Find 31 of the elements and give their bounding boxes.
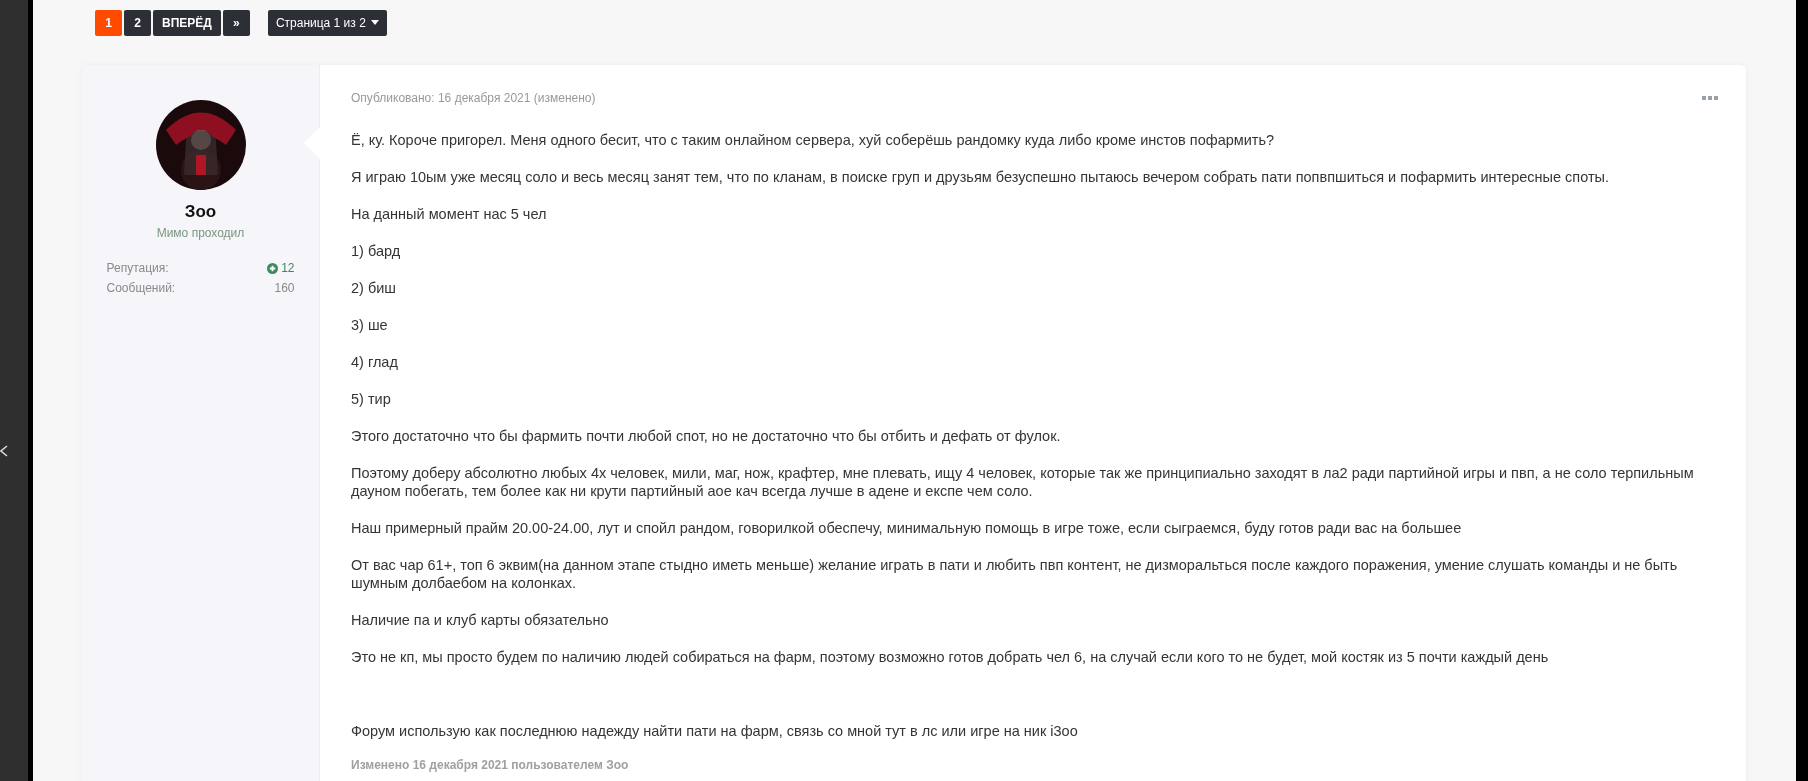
- post-paragraph: 3) ше: [351, 316, 389, 334]
- post-paragraph: Ё, ку. Короче пригорел. Меня одного бесит, что с таким онлайном сервера, хуй соберёшь рандомку куда либо кроме инстов пофармить?: [351, 131, 1276, 149]
- caret-icon: [370, 20, 379, 25]
- author-rank: Мимо проходил: [156, 226, 245, 240]
- post-paragraph: Поэтому доберу абсолютно любых 4х человек, мили, маг, нож, крафтер, мне плевать, ищу 4 человек, которые так же принципиально заходят в ла2 ради партийной игры и пвп, а не соло терпильным дауном побегать, тем более как ни крути партийный аое кач всегда лучше в адене и експе чем соло.: [351, 464, 1695, 500]
- next-button[interactable]: ВПЕРЁД: [153, 9, 221, 36]
- post-paragraph: 1) бард: [351, 242, 402, 260]
- post-paragraph: 4) глад: [351, 353, 399, 371]
- post-paragraph: Этого достаточно что бы фармить почти любой спот, но не достаточно что бы отбить и дефать от фулок.: [351, 427, 1062, 445]
- last-page-button[interactable]: »: [222, 9, 250, 36]
- post-paragraph: Я играю 10ым уже месяц соло и весь месяц занят тем, что по кланам, в поиске груп и друзьям безуспешно пытаюсь вечером собрать пати попвпшиться и пофармить интересные споты.: [351, 168, 1610, 186]
- author-name[interactable]: Зоо: [184, 202, 217, 222]
- stat-label: Репутация:: [106, 260, 169, 277]
- post-paragraph: Форум использую как последнюю надежду найти пати на фарм, связь со мной тут в лс или игре на ник i3oo: [351, 722, 1079, 740]
- plus-circle-icon: [267, 262, 279, 274]
- stat-label: Сообщений:: [106, 280, 176, 297]
- post-paragraph: 5) тир: [351, 390, 392, 408]
- post-paragraph: Наш примерный прайм 20.00-24.00, лут и спойл рандом, говорилкой обеспечу, минимальную помощь в игре тоже, если сыграемся, буду готов ради вас на большее: [351, 519, 1463, 537]
- reputation-value: 12: [281, 260, 295, 277]
- post-paragraph: От вас чар 61+, топ 6 эквим(на данном этапе стыдно иметь меньше) желание играть в пати и любить пвп контент, не дизморальться после каждого поражения, умение слушать команды и не быть шумным долбаебом на колонках.: [351, 556, 1679, 592]
- edit-note: Изменено 16 декабря 2021 пользователем Зоо: [351, 758, 630, 772]
- post-paragraph: Наличие па и клуб карты обязательно: [351, 611, 610, 629]
- page-button[interactable]: 2: [124, 9, 151, 36]
- post-paragraph: Это не кп, мы просто будем по наличию людей собираться на фарм, поэтому возможно готов добрать чел 6, на случай если кого то не будет, мой костяк из 5 почти каждый день: [351, 648, 1550, 666]
- post-date: Опубликовано: 16 декабря 2021 (изменено): [351, 91, 596, 105]
- chevron-left-icon[interactable]: [0, 444, 8, 457]
- post-paragraph: 2) биш: [351, 279, 397, 297]
- page-jump-dropdown[interactable]: Страница 1 из 2: [267, 9, 387, 36]
- more-options-icon[interactable]: [1702, 95, 1718, 101]
- stat-value: 160: [274, 280, 295, 297]
- post-paragraph: На данный момент нас 5 чел: [351, 205, 548, 223]
